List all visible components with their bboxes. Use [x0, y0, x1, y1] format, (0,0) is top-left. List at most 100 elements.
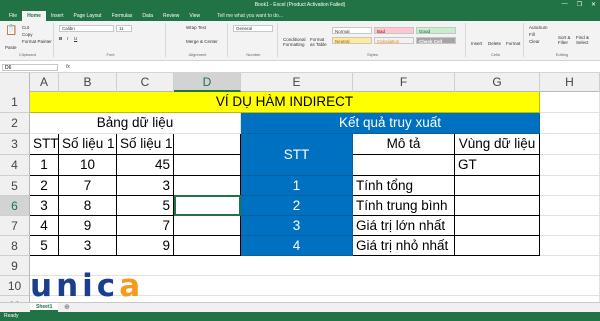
cell-f3[interactable]: Mô tả [353, 134, 455, 155]
cell-d7[interactable] [174, 216, 241, 236]
tab-file[interactable]: File [4, 11, 22, 21]
cell-b3[interactable]: Số liệu 1 [59, 134, 117, 155]
italic-button[interactable]: I [67, 36, 68, 41]
cell-a7[interactable]: 4 [30, 216, 59, 236]
cell-h2[interactable] [540, 113, 600, 134]
cell-a8[interactable]: 5 [30, 236, 59, 256]
cell-e7[interactable]: 3 [241, 216, 353, 236]
cell-g8[interactable] [455, 236, 540, 256]
merge-center-button[interactable]: Merge & Center [186, 39, 218, 44]
number-format-select[interactable]: General [233, 25, 273, 32]
cell-g5[interactable] [455, 176, 540, 196]
col-header-g[interactable]: G [455, 73, 540, 92]
cell-d5[interactable] [174, 176, 241, 196]
row-header-1[interactable]: 1 [0, 92, 30, 113]
tab-data[interactable]: Data [137, 11, 158, 21]
cell-b7[interactable]: 9 [59, 216, 117, 236]
cell-a2-bang-du-lieu[interactable]: Bảng dữ liệu [30, 113, 241, 134]
row-header-10[interactable]: 10 [0, 276, 30, 296]
style-neutral[interactable]: Neutral [332, 37, 372, 44]
cell-g3[interactable]: Vùng dữ liệu [455, 134, 540, 155]
sheet-tab-sheet1[interactable]: Sheet1 [30, 303, 59, 312]
tab-insert[interactable]: Insert [46, 11, 69, 21]
cell-e6[interactable]: 2 [241, 196, 353, 216]
cut-button[interactable]: Cut [22, 25, 29, 30]
cell-b4[interactable]: 10 [59, 155, 117, 176]
cell-a1-title[interactable]: VÍ DỤ HÀM INDIRECT [30, 92, 540, 113]
col-header-c[interactable]: C [117, 73, 174, 92]
tab-home[interactable]: Home [22, 11, 46, 21]
cell-f5[interactable]: Tính tổng [353, 176, 455, 196]
paste-icon[interactable]: 📋 [5, 25, 17, 36]
copy-button[interactable]: Copy [22, 32, 33, 37]
row-header-6[interactable]: 6 [0, 196, 30, 216]
bold-button[interactable]: B [59, 36, 62, 41]
col-header-e[interactable]: E [241, 73, 353, 92]
cell-a4[interactable]: 1 [30, 155, 59, 176]
cell-g6[interactable] [455, 196, 540, 216]
cell-f8[interactable]: Giá trị nhỏ nhất [353, 236, 455, 256]
cell-a5[interactable]: 2 [30, 176, 59, 196]
cell-h4[interactable] [540, 155, 600, 176]
style-normal[interactable]: Normal [332, 27, 372, 34]
insert-button[interactable]: Insert [471, 41, 482, 46]
row-header-9[interactable]: 9 [0, 256, 30, 276]
row-header-4[interactable]: 4 [0, 155, 30, 176]
style-check-cell[interactable]: Check Cell [416, 37, 456, 44]
paste-button[interactable]: Paste [5, 45, 17, 50]
cell-h3[interactable] [540, 134, 600, 155]
select-all-corner[interactable] [0, 73, 30, 92]
style-good[interactable]: Good [416, 27, 456, 34]
format-button[interactable]: Format [506, 41, 520, 46]
tab-page-layout[interactable]: Page Layout [68, 11, 106, 21]
cell-a6[interactable]: 3 [30, 196, 59, 216]
cell-b6[interactable]: 8 [59, 196, 117, 216]
cell-d3[interactable] [174, 134, 241, 155]
cell-h7[interactable] [540, 216, 600, 236]
font-size-select[interactable]: 11 [116, 25, 132, 32]
add-sheet-icon[interactable]: ⊕ [64, 303, 70, 312]
row-header-8[interactable]: 8 [0, 236, 30, 256]
row-header-2[interactable]: 2 [0, 113, 30, 134]
clear-button[interactable]: Clear [529, 39, 540, 44]
style-calculation[interactable]: Calculation [374, 37, 414, 44]
cell-e2-ket-qua[interactable]: Kết quả truy xuất [241, 113, 540, 134]
tab-review[interactable]: Review [158, 11, 184, 21]
find-select-button[interactable]: Find & Select [576, 35, 594, 45]
cell-b5[interactable]: 7 [59, 176, 117, 196]
cell-a3[interactable]: STT [30, 134, 59, 155]
fx-icon[interactable]: fx [66, 64, 70, 70]
tab-view[interactable]: View [184, 11, 205, 21]
cell-f6[interactable]: Tính trung bình [353, 196, 455, 216]
cell-e8[interactable]: 4 [241, 236, 353, 256]
minimize-button[interactable]: — [562, 1, 568, 8]
cell-h6[interactable] [540, 196, 600, 216]
underline-button[interactable]: U [74, 36, 77, 41]
cell-f7[interactable]: Giá trị lớn nhất [353, 216, 455, 236]
font-name-select[interactable]: Calibri [59, 25, 114, 32]
cell-b8[interactable]: 3 [59, 236, 117, 256]
col-header-f[interactable]: F [353, 73, 455, 92]
cell-c4[interactable]: 45 [117, 155, 174, 176]
format-painter-button[interactable]: Format Painter [22, 39, 52, 44]
wrap-text-button[interactable]: Wrap Text [186, 25, 206, 30]
cell-d4[interactable] [174, 155, 241, 176]
tell-me-search[interactable]: Tell me what you want to do... [217, 11, 283, 21]
cell-h5[interactable] [540, 176, 600, 196]
format-as-table-button[interactable]: Format as Table [310, 37, 330, 47]
style-bad[interactable]: Bad [374, 27, 414, 34]
col-header-h[interactable]: H [540, 73, 600, 92]
cell-c6[interactable]: 5 [117, 196, 174, 216]
cell-f4[interactable] [353, 155, 455, 176]
tab-formulas[interactable]: Formulas [107, 11, 138, 21]
row-header-5[interactable]: 5 [0, 176, 30, 196]
cell-e5[interactable]: 1 [241, 176, 353, 196]
col-header-d[interactable]: D [174, 73, 241, 92]
sort-filter-button[interactable]: Sort & Filter [558, 35, 574, 45]
cell-c3[interactable]: Số liệu 1 [117, 134, 174, 155]
conditional-formatting-button[interactable]: Conditional Formatting [283, 37, 307, 47]
cell-h8[interactable] [540, 236, 600, 256]
col-header-b[interactable]: B [59, 73, 117, 92]
cell-e3-stt[interactable]: STT [241, 134, 353, 176]
autosum-button[interactable]: AutoSum [529, 25, 548, 30]
